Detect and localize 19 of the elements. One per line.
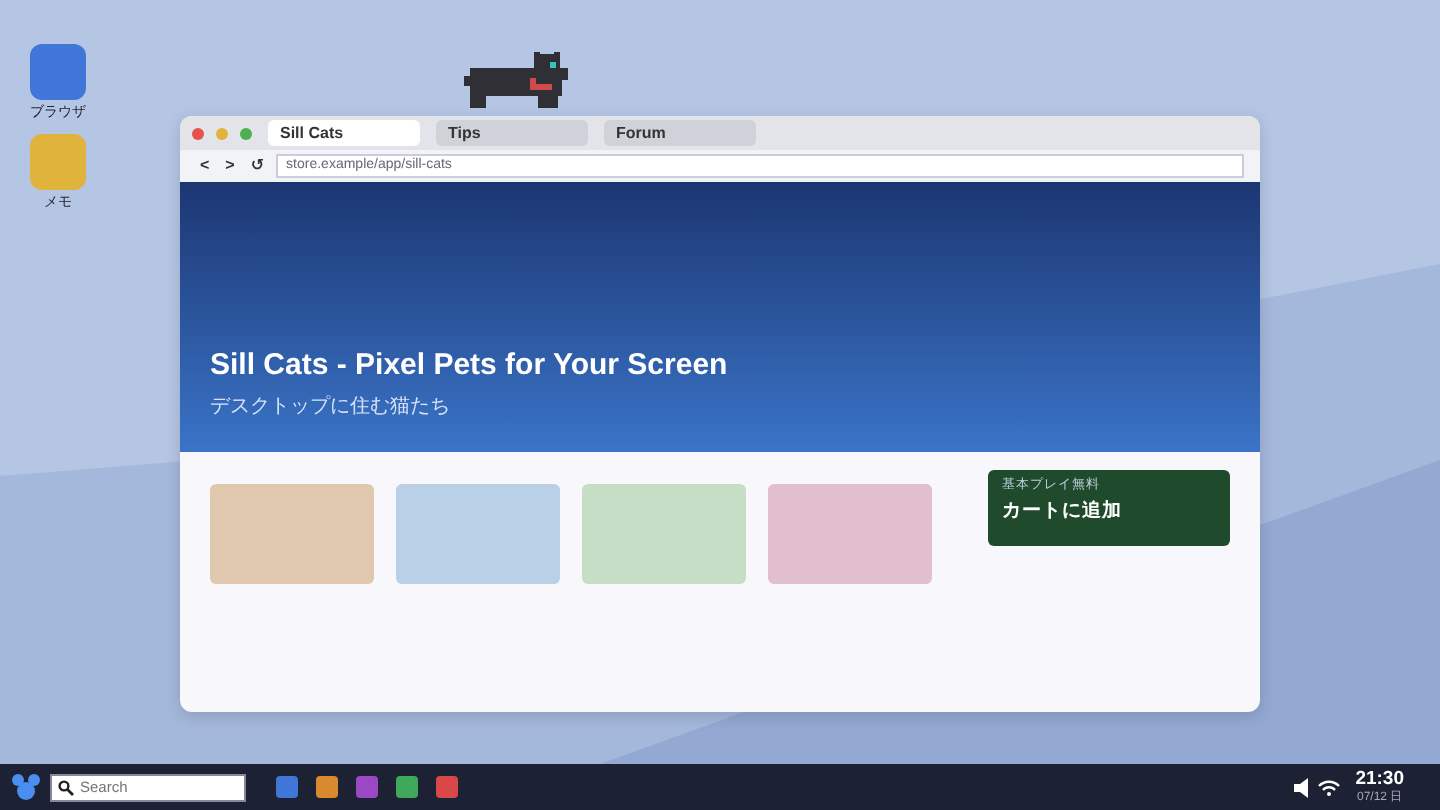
browser-tab[interactable]: Sill Cats bbox=[268, 120, 420, 146]
speaker-icon[interactable] bbox=[1293, 777, 1314, 797]
taskbar-app-icon[interactable] bbox=[316, 776, 338, 798]
wifi-icon[interactable] bbox=[1317, 778, 1340, 796]
desktop-app-icon[interactable] bbox=[30, 44, 86, 100]
nav-button[interactable]: ↺ bbox=[246, 158, 269, 174]
taskbar-app-icon[interactable] bbox=[396, 776, 418, 798]
taskbar-app-icon[interactable] bbox=[436, 776, 458, 798]
nav-button[interactable]: < bbox=[196, 158, 214, 174]
clock-time[interactable]: 21:30 bbox=[1355, 770, 1404, 790]
start-menu-icon[interactable] bbox=[12, 774, 40, 800]
browser-tab[interactable]: Tips bbox=[436, 120, 588, 146]
nav-button[interactable]: > bbox=[221, 158, 239, 174]
taskbar-app-icon[interactable] bbox=[356, 776, 378, 798]
taskbar-app-icon[interactable] bbox=[276, 776, 298, 798]
hero-title: Sill Cats - Pixel Pets for Your Screen bbox=[210, 348, 730, 384]
hero-subtitle: デスクトップに住む猫たち bbox=[210, 393, 452, 422]
browser-tab[interactable]: Forum bbox=[604, 120, 756, 146]
search-icon bbox=[58, 779, 74, 795]
